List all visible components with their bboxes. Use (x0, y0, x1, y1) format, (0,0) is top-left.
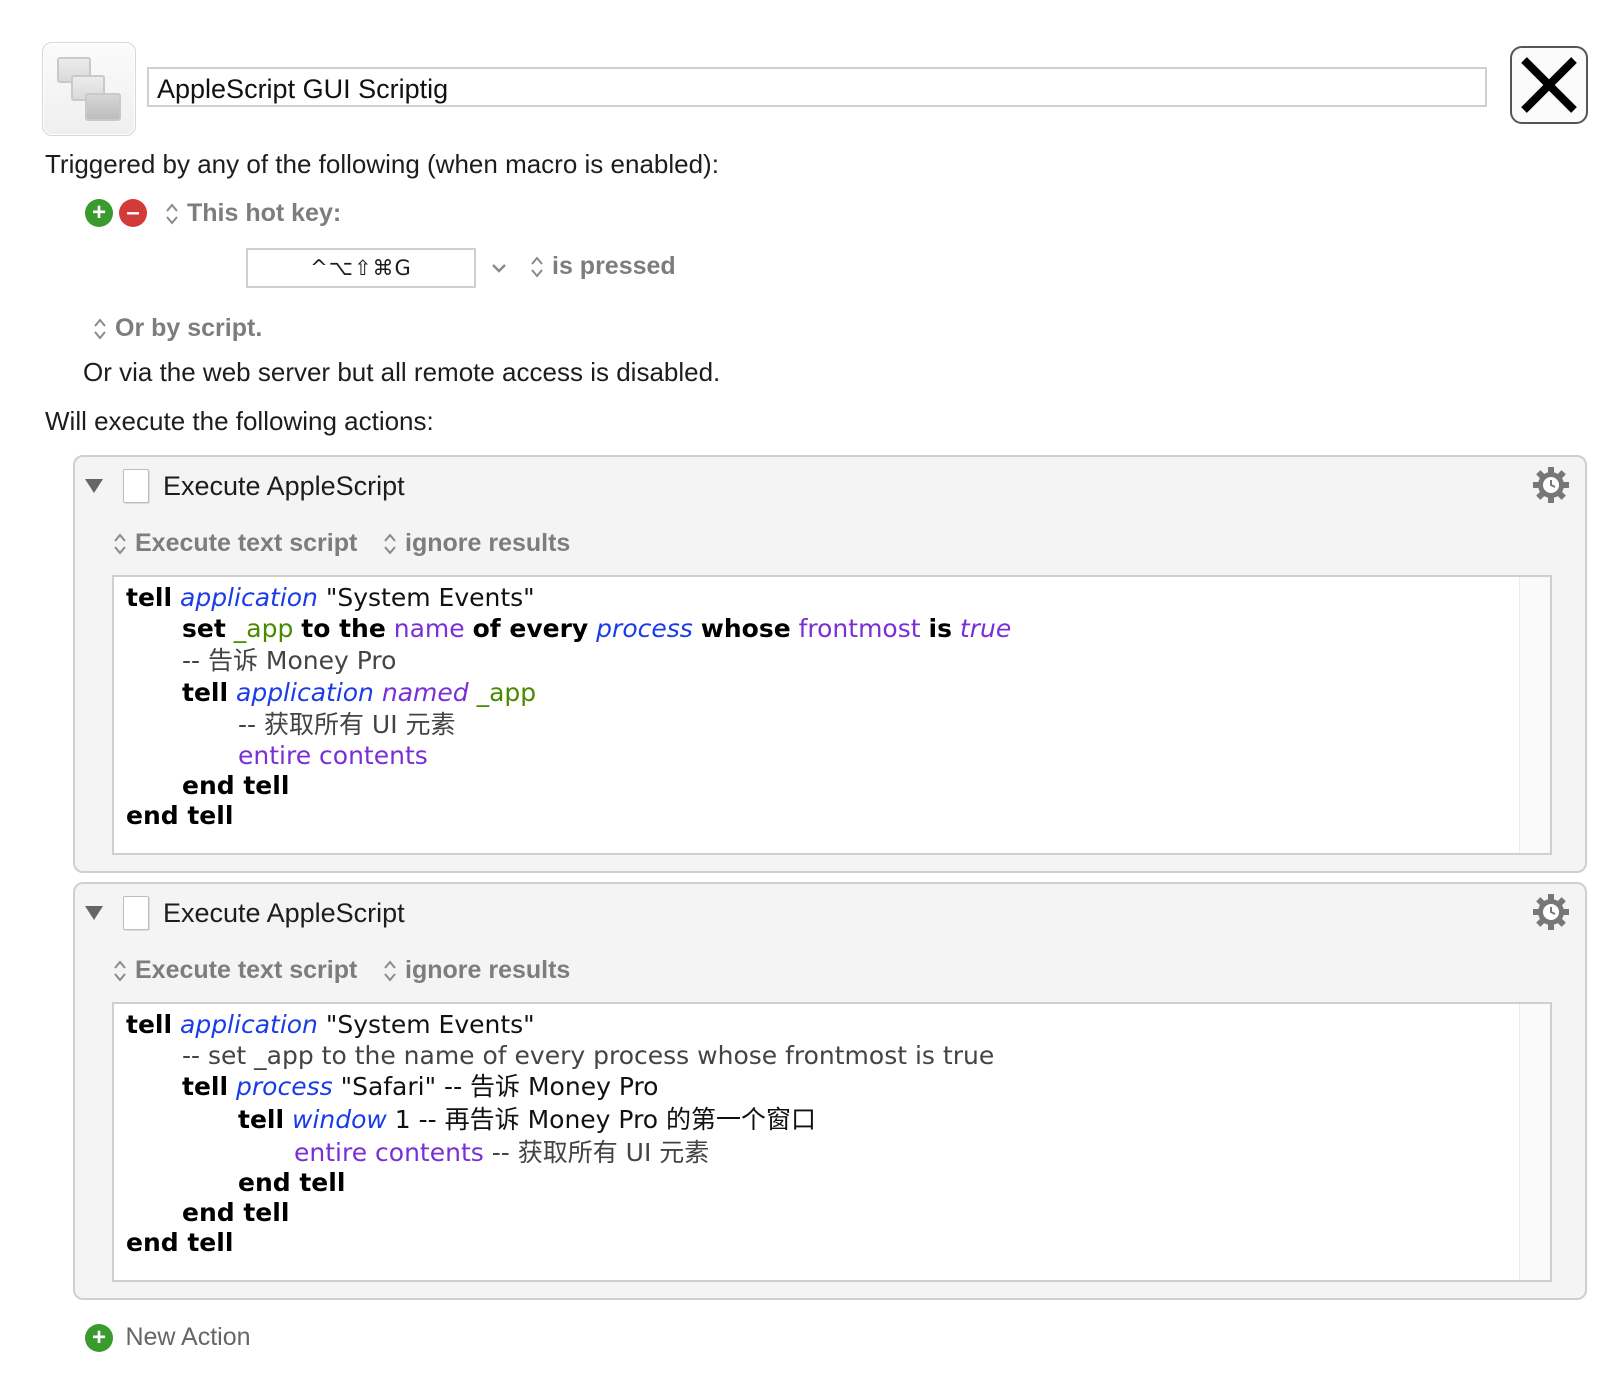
action-execute-applescript-2[interactable]: Execute AppleScript Execute text script … (73, 882, 1587, 1300)
triggers-heading: Triggered by any of the following (when … (45, 149, 719, 179)
code-comment: -- set _app to the name of every process… (182, 1041, 995, 1070)
updown-icon (384, 960, 396, 982)
window-stack-icon (85, 93, 121, 121)
add-trigger-button[interactable]: + (85, 199, 113, 227)
code-line: tell application "System Events" (126, 583, 535, 612)
gear-icon[interactable] (1531, 892, 1571, 932)
scrollbar[interactable] (1519, 577, 1550, 853)
updown-icon (114, 960, 126, 982)
chevron-down-icon[interactable] (490, 262, 508, 274)
add-icon: + (91, 199, 106, 226)
execute-mode-label: Execute text script (135, 956, 358, 984)
script-editor[interactable]: tell application "System Events" -- set … (112, 1002, 1552, 1282)
action-title: Execute AppleScript (163, 898, 405, 928)
web-server-text: Or via the web server but all remote acc… (83, 357, 721, 387)
new-action-button[interactable]: + New Action (85, 1323, 251, 1352)
result-mode-label: ignore results (405, 529, 571, 557)
execute-mode-popup[interactable]: Execute text script (113, 956, 357, 985)
updown-icon (114, 533, 126, 555)
trigger-type-popup[interactable]: This hot key: (165, 199, 341, 228)
macro-name-field[interactable]: AppleScript GUI Scriptig (147, 67, 1487, 107)
hotkey-condition-popup[interactable]: is pressed (530, 252, 676, 281)
disclosure-triangle-icon[interactable] (85, 906, 103, 920)
action-title: Execute AppleScript (163, 471, 405, 501)
add-icon: + (85, 1323, 113, 1352)
script-trigger-label: Or by script. (115, 314, 263, 342)
code-line: end tell (126, 1228, 234, 1257)
actions-heading: Will execute the following actions: (45, 406, 434, 436)
code-line: entire contents (238, 741, 428, 770)
action-execute-applescript-1[interactable]: Execute AppleScript Execute text script … (73, 455, 1587, 873)
code-line: end tell (126, 801, 234, 830)
code-line: end tell (182, 771, 290, 800)
scrollbar[interactable] (1519, 1004, 1550, 1280)
code-line: set _app to the name of every process wh… (182, 614, 1012, 643)
script-editor[interactable]: tell application "System Events" set _ap… (112, 575, 1552, 855)
code-line: tell application "System Events" (126, 1010, 535, 1039)
updown-icon (384, 533, 396, 555)
code-line: entire contents -- 获取所有 UI 元素 (294, 1138, 710, 1167)
trigger-type-label: This hot key: (187, 199, 342, 227)
updown-icon (166, 203, 178, 225)
hotkey-condition-label: is pressed (552, 252, 676, 280)
updown-icon (531, 256, 543, 278)
hotkey-field[interactable]: ^⌥⇧⌘G (246, 248, 476, 288)
code-line: tell window 1 -- 再告诉 Money Pro 的第一个窗口 (238, 1105, 817, 1134)
result-mode-popup[interactable]: ignore results (383, 529, 570, 558)
updown-icon (94, 318, 106, 340)
script-doc-icon (123, 896, 149, 930)
code-comment: -- 告诉 Money Pro (182, 646, 397, 675)
code-line: end tell (238, 1168, 346, 1197)
code-line: tell application named _app (182, 678, 537, 707)
remove-icon: – (126, 199, 140, 226)
close-icon (1521, 57, 1577, 113)
new-action-label: New Action (125, 1323, 251, 1351)
execute-mode-label: Execute text script (135, 529, 358, 557)
script-doc-icon (123, 469, 149, 503)
result-mode-popup[interactable]: ignore results (383, 956, 570, 985)
execute-mode-popup[interactable]: Execute text script (113, 529, 357, 558)
script-trigger-popup[interactable]: Or by script. (93, 314, 262, 343)
code-line: tell process "Safari" -- 告诉 Money Pro (182, 1072, 659, 1101)
result-mode-label: ignore results (405, 956, 571, 984)
macro-icon[interactable] (42, 42, 136, 136)
code-comment: -- 获取所有 UI 元素 (238, 710, 456, 739)
close-button[interactable] (1510, 46, 1588, 124)
gear-icon[interactable] (1531, 465, 1571, 505)
code-line: end tell (182, 1198, 290, 1227)
disclosure-triangle-icon[interactable] (85, 479, 103, 493)
remove-trigger-button[interactable]: – (119, 199, 147, 227)
